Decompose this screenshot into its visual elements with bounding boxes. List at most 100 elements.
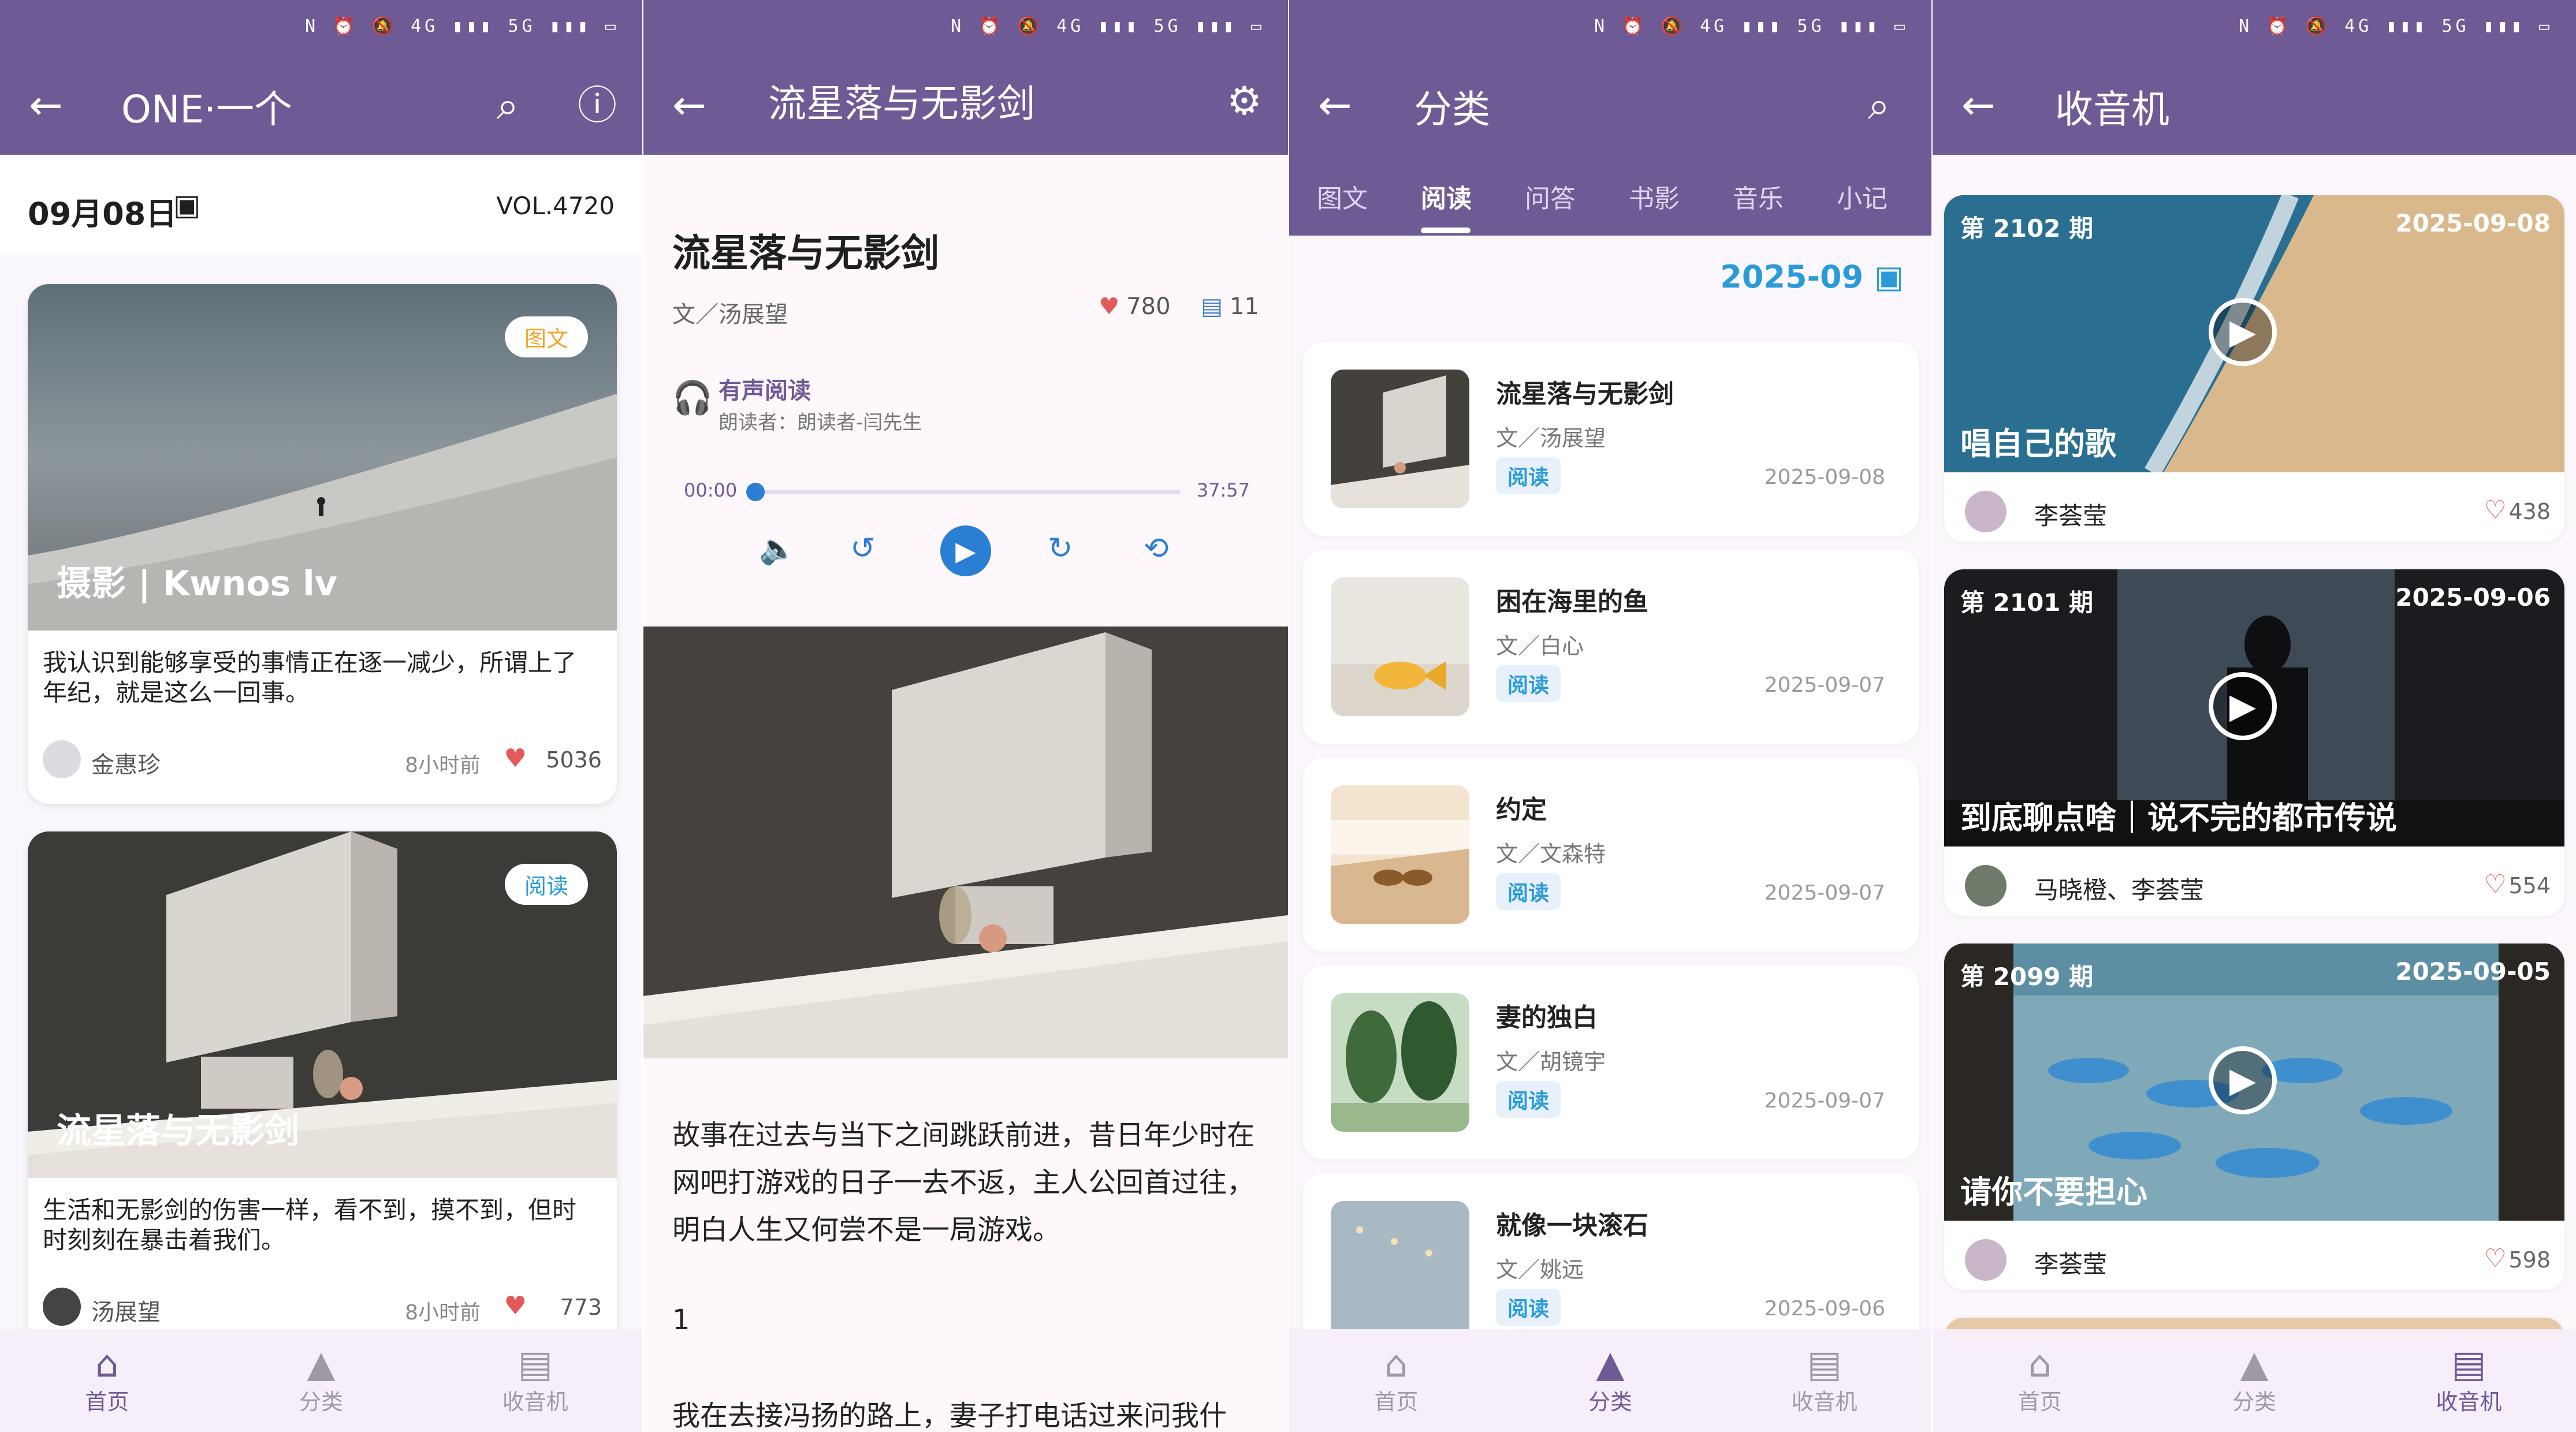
nav-home[interactable]: ⌂ 首页: [1933, 1329, 2147, 1432]
heart-icon[interactable]: ♡: [2484, 495, 2507, 525]
article-stats: ♥ 780 ▤ 11: [1099, 293, 1259, 320]
play-icon[interactable]: ▶: [2209, 1046, 2277, 1114]
calendar-icon[interactable]: ▣: [173, 188, 200, 222]
issue-number: 第 2102 期: [1960, 214, 2094, 243]
nav-radio[interactable]: ▤ 收音机: [428, 1329, 642, 1432]
issue-number: 第 2099 期: [1960, 963, 2094, 991]
item-badge: 阅读: [1496, 665, 1561, 702]
month-selector[interactable]: 2025-09 ▣: [1720, 259, 1904, 295]
heart-icon[interactable]: ♥: [504, 744, 527, 773]
search-icon[interactable]: ⌕: [497, 83, 519, 129]
radio-card[interactable]: 第 2099 期 2025-09-05 ▶ 请你不要担心 李荟莹 ♡ 598: [1944, 944, 2564, 1290]
thumbnail-image: [1331, 577, 1469, 716]
item-author: 文／胡镜宇: [1496, 1049, 1606, 1075]
thumbnail-image: [1331, 785, 1469, 924]
card-meta: 汤展望 8小时前 ♥ 773: [43, 1288, 602, 1328]
nav-category[interactable]: ▲ 分类: [2147, 1329, 2361, 1432]
tab-indicator: [1421, 228, 1471, 233]
feed-card[interactable]: 图文 摄影 | Kwnos lv 我认识到能够享受的事情正在逐一减少，所谓上了年…: [28, 284, 617, 804]
item-date: 2025-09-08: [1764, 465, 1885, 489]
heart-icon[interactable]: ♥: [1099, 293, 1119, 320]
status-bar: N ⏰ 🔕 4G ▮▮▮ 5G ▮▮▮ ▭: [1289, 0, 1931, 58]
list-item[interactable]: 约定 文／文森特 阅读 2025-09-07: [1303, 758, 1919, 952]
section-number: 1: [672, 1304, 690, 1336]
list-item[interactable]: 妻的独白 文／胡镜宇 阅读 2025-09-07: [1303, 965, 1919, 1159]
status-bar: N ⏰ 🔕 4G ▮▮▮ 5G ▮▮▮ ▭: [1933, 0, 2576, 58]
list-item[interactable]: 流星落与无影剑 文／汤展望 阅读 2025-09-08: [1303, 342, 1919, 536]
nav-home[interactable]: ⌂ 首页: [1289, 1329, 1503, 1432]
category-tag: 图文: [504, 316, 588, 357]
tab-image-text[interactable]: 图文: [1317, 178, 1368, 215]
article-image: [643, 626, 1288, 1058]
back-arrow-icon[interactable]: ←: [672, 82, 706, 128]
back-arrow-icon[interactable]: ←: [29, 82, 63, 128]
date-label[interactable]: 09月08日: [28, 188, 177, 234]
bottom-nav: ⌂ 首页 ▲ 分类 ▤ 收音机: [0, 1329, 642, 1432]
time-ago: 8小时前: [405, 754, 481, 777]
nav-label: 首页: [85, 1389, 129, 1415]
host-name: 李荟莹: [2034, 502, 2108, 530]
nav-home[interactable]: ⌂ 首页: [0, 1329, 214, 1432]
nav-radio[interactable]: ▤ 收音机: [1717, 1329, 1931, 1432]
heart-icon[interactable]: ♡: [2484, 1244, 2507, 1273]
item-author: 文／文森特: [1496, 841, 1606, 867]
nav-category[interactable]: ▲ 分类: [1503, 1329, 1718, 1432]
item-date: 2025-09-06: [1764, 1297, 1885, 1321]
heart-icon[interactable]: ♥: [504, 1291, 527, 1321]
tab-music[interactable]: 音乐: [1733, 178, 1784, 215]
nav-category[interactable]: ▲ 分类: [214, 1329, 429, 1432]
avatar: [1965, 1239, 2007, 1281]
status-icons: N ⏰ 🔕 4G ▮▮▮ 5G ▮▮▮ ▭: [2239, 16, 2553, 36]
item-author: 文／白心: [1496, 633, 1584, 659]
play-icon[interactable]: ▶: [2209, 298, 2277, 366]
author-name: 金惠珍: [91, 752, 161, 778]
like-count: 598: [2508, 1247, 2551, 1273]
progress-knob[interactable]: [746, 483, 765, 501]
forward-icon[interactable]: ↻: [1048, 531, 1073, 566]
heart-icon[interactable]: ♡: [2484, 870, 2507, 899]
app-bar: ← 收音机: [1933, 58, 2576, 155]
issue-date: 2025-09-06: [2395, 583, 2551, 611]
nav-radio[interactable]: ▤ 收音机: [2362, 1329, 2576, 1432]
info-icon[interactable]: ⓘ: [578, 83, 617, 129]
radio-card[interactable]: 第 2101 期 2025-09-06 ▶ 到底聊点啥｜说不完的都市传说 马晓橙…: [1944, 569, 2564, 916]
item-title: 就像一块滚石: [1496, 1211, 1648, 1240]
radio-card[interactable]: 第 2102 期 2025-09-08 ▶ 唱自己的歌 李荟莹 ♡ 438: [1944, 195, 2564, 542]
replay-icon[interactable]: ⟲: [1144, 531, 1169, 566]
tab-reading[interactable]: 阅读: [1421, 178, 1472, 215]
avatar: [43, 740, 81, 778]
article-body: 故事在过去与当下之间跳跃前进，昔日年少时在网吧打游戏的日子一去不返，主人公回首过…: [672, 1119, 1255, 1246]
item-date: 2025-09-07: [1764, 881, 1885, 905]
category-tabs: 图文 阅读 问答 书影 音乐 小记: [1289, 155, 1931, 236]
headphones-icon: 🎧: [672, 379, 713, 417]
radio-icon: ▤: [518, 1343, 553, 1386]
back-arrow-icon[interactable]: ←: [1318, 82, 1352, 128]
play-icon[interactable]: ▶: [2209, 672, 2277, 740]
avatar: [43, 1288, 81, 1326]
progress-track[interactable]: [746, 483, 1181, 501]
like-count: 773: [560, 1295, 602, 1320]
rewind-icon[interactable]: ↺: [850, 531, 876, 566]
nav-label: 分类: [1588, 1389, 1633, 1415]
comment-icon[interactable]: ▤: [1201, 293, 1223, 320]
play-button[interactable]: ▶: [940, 525, 991, 576]
nav-label: 收音机: [1791, 1389, 1857, 1415]
list-item[interactable]: 困在海里的鱼 文／白心 阅读 2025-09-07: [1303, 550, 1919, 744]
card-description: 我认识到能够享受的事情正在逐一减少，所谓上了年纪，就是这么一回事。: [43, 648, 577, 707]
host-name: 马晓橙、李荟莹: [2034, 876, 2205, 904]
item-author: 文／汤展望: [1496, 426, 1606, 451]
gear-icon[interactable]: ⚙: [1227, 79, 1262, 125]
tab-film[interactable]: 书影: [1629, 178, 1680, 215]
tab-notes[interactable]: 小记: [1837, 178, 1888, 215]
like-count: 780: [1126, 293, 1171, 320]
radio-title: 请你不要担心: [1960, 1174, 2147, 1210]
thumbnail-image: [1331, 993, 1469, 1132]
issue-date: 2025-09-05: [2395, 957, 2551, 986]
radio-title: 到底聊点啥｜说不完的都市传说: [1960, 800, 2397, 836]
tab-qa[interactable]: 问答: [1525, 178, 1576, 215]
volume-icon[interactable]: 🔈: [759, 531, 796, 566]
volume-number: VOL.4720: [496, 192, 615, 220]
search-icon[interactable]: ⌕: [1868, 83, 1890, 129]
back-arrow-icon[interactable]: ←: [1961, 82, 1996, 128]
feed-card[interactable]: 阅读 流星落与无影剑 生活和无影剑的伤害一样，看不到，摸不到，但时时刻刻在暴击着…: [28, 831, 617, 1351]
